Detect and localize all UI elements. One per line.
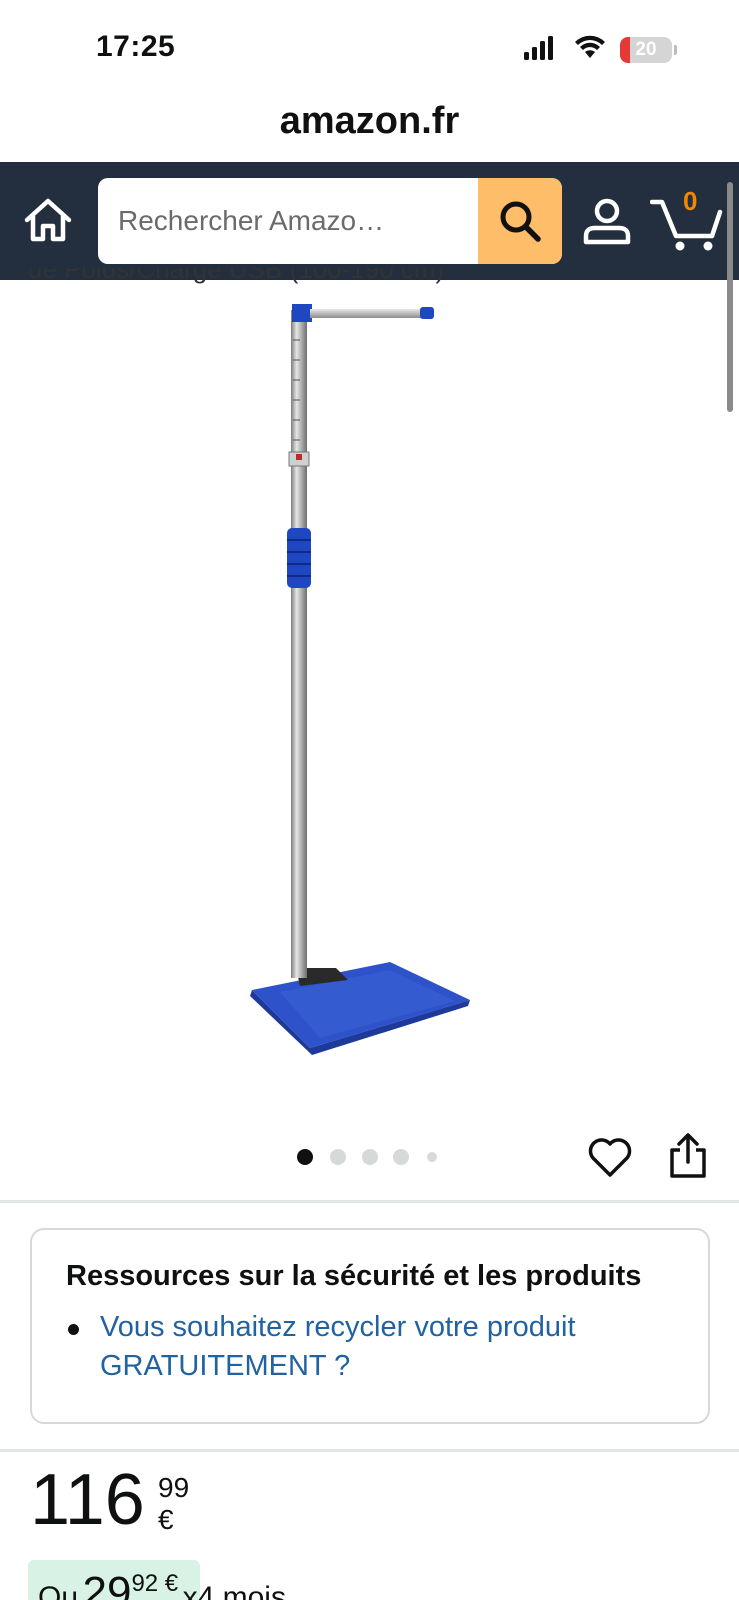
status-bar: 17:25 20 [0,0,739,90]
battery-level: 20 [635,39,657,60]
battery-tip [674,45,677,55]
amazon-header [0,162,739,280]
wifi-icon [575,35,605,58]
product-title-partial: de Poids/Charge USB (100-190 cm) [28,268,444,294]
installment-prefix: Ou [38,1581,79,1600]
search-box [98,178,562,264]
price-fraction: 99 € [158,1472,190,1535]
safety-title: Ressources sur la sécurité et les produi… [66,1260,642,1292]
url-bar[interactable]: amazon.fr [0,90,739,162]
installment-suffix: x4 mois [182,1581,286,1600]
section-divider [0,1200,739,1203]
product-image[interactable] [240,300,490,1080]
cart-count-badge[interactable]: 0 [683,186,697,217]
url-domain[interactable]: amazon.fr [280,100,459,143]
page-scrollbar[interactable] [727,182,733,412]
carousel-dot[interactable] [330,1149,346,1165]
signal-icon [524,36,553,60]
search-input[interactable] [98,178,478,264]
bullet [68,1324,79,1335]
carousel-dot-active[interactable] [297,1149,313,1165]
carousel-dot[interactable] [393,1149,409,1165]
heart-icon[interactable] [587,1134,633,1180]
status-time: 17:25 [96,30,176,63]
battery-icon: 20 [620,37,672,63]
installment-offer[interactable]: Ou 2992 € x4 mois [38,1568,286,1600]
carousel-dot[interactable] [362,1149,378,1165]
installment-fraction: 92 € [131,1570,179,1597]
recycle-product-link[interactable]: Vous souhaitez recycler votre produit GR… [100,1308,660,1386]
carousel-dot[interactable] [427,1152,437,1162]
safety-resources-card: Ressources sur la sécurité et les produi… [30,1228,710,1424]
home-icon[interactable] [22,194,74,246]
search-button[interactable] [478,178,562,264]
product-title-text: de Poids/Charge USB (100-190 cm) [28,268,445,284]
installment-amount: 29 [82,1568,132,1600]
share-icon[interactable] [666,1132,710,1180]
account-icon[interactable] [582,196,632,246]
price-whole: 116 [30,1460,145,1540]
section-divider [0,1449,739,1452]
search-icon [500,201,541,242]
